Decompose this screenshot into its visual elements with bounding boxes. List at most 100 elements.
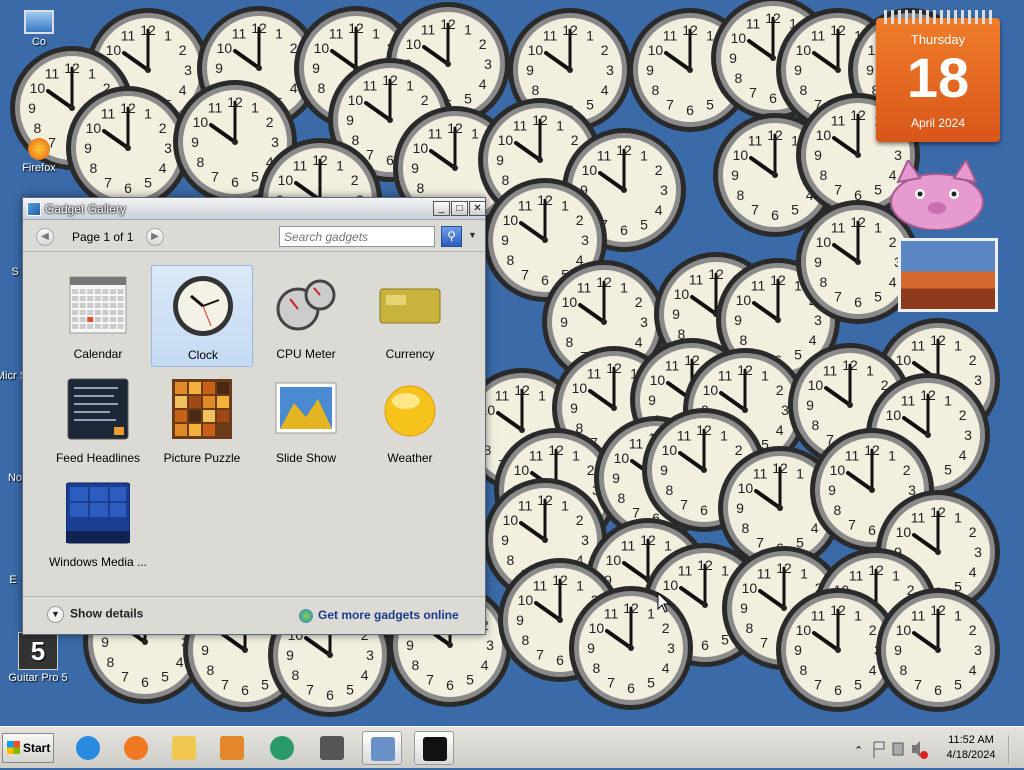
svg-text:2: 2 <box>969 622 977 638</box>
taskbar-button[interactable] <box>164 731 204 765</box>
search-options-chevron-icon[interactable]: ▼ <box>468 230 477 240</box>
svg-text:8: 8 <box>352 132 360 148</box>
gadget-item-weather[interactable]: Weather <box>359 369 461 471</box>
svg-text:9: 9 <box>866 62 874 78</box>
svg-text:1: 1 <box>164 27 172 43</box>
svg-text:10: 10 <box>816 127 832 143</box>
svg-text:6: 6 <box>541 272 549 288</box>
clock-gadget[interactable]: 123456789101112 <box>66 86 190 210</box>
media-center-icon <box>66 482 130 544</box>
gadget-item-picture-puzzle[interactable]: Picture Puzzle <box>151 369 253 471</box>
svg-text:8: 8 <box>566 334 574 350</box>
svg-text:10: 10 <box>663 577 679 593</box>
pig-gadget[interactable] <box>884 160 990 230</box>
gadget-label: Picture Puzzle <box>163 451 241 465</box>
svg-text:9: 9 <box>28 100 36 116</box>
svg-text:7: 7 <box>914 677 922 693</box>
svg-text:9: 9 <box>101 634 109 650</box>
svg-text:2: 2 <box>903 462 911 478</box>
gadget-item-feed-headlines[interactable]: Feed Headlines <box>47 369 149 471</box>
svg-text:11: 11 <box>587 365 602 381</box>
svg-text:7: 7 <box>221 677 229 693</box>
svg-text:6: 6 <box>141 674 149 690</box>
svg-text:8: 8 <box>746 620 754 636</box>
svg-text:11: 11 <box>911 337 926 353</box>
svg-text:8: 8 <box>532 82 540 98</box>
svg-text:11: 11 <box>293 157 308 173</box>
taskbar-button[interactable] <box>312 731 352 765</box>
search-input[interactable] <box>279 226 435 247</box>
svg-text:4: 4 <box>635 334 643 350</box>
slideshow-gadget[interactable] <box>898 238 998 312</box>
gadget-item-cpu-meter[interactable]: CPU Meter <box>255 265 357 367</box>
svg-text:9: 9 <box>570 400 578 416</box>
title-bar[interactable]: Gadget Gallery _ □ ✕ <box>23 198 486 220</box>
svg-text:10: 10 <box>514 462 530 478</box>
maximize-button[interactable]: □ <box>451 201 468 216</box>
svg-text:10: 10 <box>562 294 578 310</box>
gallery-footer: ▼ Show details Get more gadgets online <box>23 596 485 634</box>
search-icon: ⚲ <box>447 229 456 243</box>
gadget-item-calendar[interactable]: Calendar <box>47 265 149 367</box>
svg-text:1: 1 <box>464 21 472 37</box>
svg-text:10: 10 <box>614 450 630 466</box>
svg-text:8: 8 <box>618 490 626 506</box>
svg-text:11: 11 <box>748 132 763 148</box>
clock-gadget[interactable]: 123456789101112 <box>569 586 693 710</box>
svg-text:10: 10 <box>528 42 544 58</box>
show-desktop-button[interactable] <box>1008 735 1022 763</box>
svg-text:3: 3 <box>484 56 492 72</box>
svg-text:1: 1 <box>620 279 628 295</box>
svg-text:8: 8 <box>417 180 425 196</box>
gadget-item-slide-show[interactable]: Slide Show <box>255 369 357 471</box>
taskbar-button[interactable] <box>262 731 302 765</box>
minimize-button[interactable]: _ <box>433 201 450 216</box>
svg-text:2: 2 <box>179 42 187 58</box>
start-button[interactable]: Start <box>2 733 54 763</box>
svg-text:5: 5 <box>346 682 354 698</box>
volume-muted-icon <box>920 751 928 759</box>
get-more-gadgets-link[interactable]: Get more gadgets online <box>299 608 459 623</box>
svg-text:9: 9 <box>736 500 744 516</box>
gadget-item-clock[interactable]: Clock <box>151 265 253 367</box>
close-button[interactable]: ✕ <box>469 201 486 216</box>
previous-page-button[interactable]: ◀ <box>36 228 54 246</box>
taskbar-button[interactable] <box>414 731 454 765</box>
taskbar-button[interactable] <box>68 731 108 765</box>
feed-icon <box>67 378 129 440</box>
svg-text:10: 10 <box>733 147 749 163</box>
svg-text:9: 9 <box>814 147 822 163</box>
gadget-item-windows-media-center[interactable]: Windows Media ... <box>47 473 149 575</box>
search-button[interactable]: ⚲ <box>441 226 462 247</box>
svg-text:4: 4 <box>889 274 897 290</box>
guitar-pro-desktop-icon[interactable]: 5 Guitar Pro 5 <box>3 632 73 684</box>
next-page-button[interactable]: ▶ <box>146 228 164 246</box>
calendar-gadget[interactable]: Thursday 18 April 2024 <box>876 8 1000 142</box>
svg-text:1: 1 <box>892 567 900 583</box>
clock-gadget[interactable]: 123456789101112 <box>876 588 1000 712</box>
media-player-icon <box>220 736 244 760</box>
gadget-item-currency[interactable]: Currency <box>359 265 461 367</box>
svg-text:10: 10 <box>731 30 747 46</box>
taskbar-button[interactable] <box>116 731 156 765</box>
svg-text:9: 9 <box>496 152 504 168</box>
svg-text:10: 10 <box>518 592 534 608</box>
svg-text:10: 10 <box>896 622 912 638</box>
svg-text:8: 8 <box>207 662 215 678</box>
taskbar-button[interactable] <box>212 731 252 765</box>
svg-text:11: 11 <box>577 279 592 295</box>
svg-text:9: 9 <box>729 50 737 66</box>
clock-icon <box>173 276 233 336</box>
svg-text:11: 11 <box>911 607 926 623</box>
windows-logo-icon <box>7 741 20 754</box>
mouse-cursor-icon <box>657 592 671 613</box>
taskbar-button[interactable] <box>362 731 402 765</box>
gadget-label: Slide Show <box>275 451 337 465</box>
computer-desktop-icon[interactable]: Co <box>4 10 74 48</box>
taskbar-clock[interactable]: 11:52 AM 4/18/2024 <box>940 733 1002 763</box>
firefox-desktop-icon[interactable]: Firefox <box>4 138 74 174</box>
internet-explorer-icon <box>76 736 100 760</box>
show-details-button[interactable]: ▼ Show details <box>47 606 143 623</box>
calendar-icon <box>69 276 127 334</box>
gadget-label: Weather <box>387 451 433 465</box>
